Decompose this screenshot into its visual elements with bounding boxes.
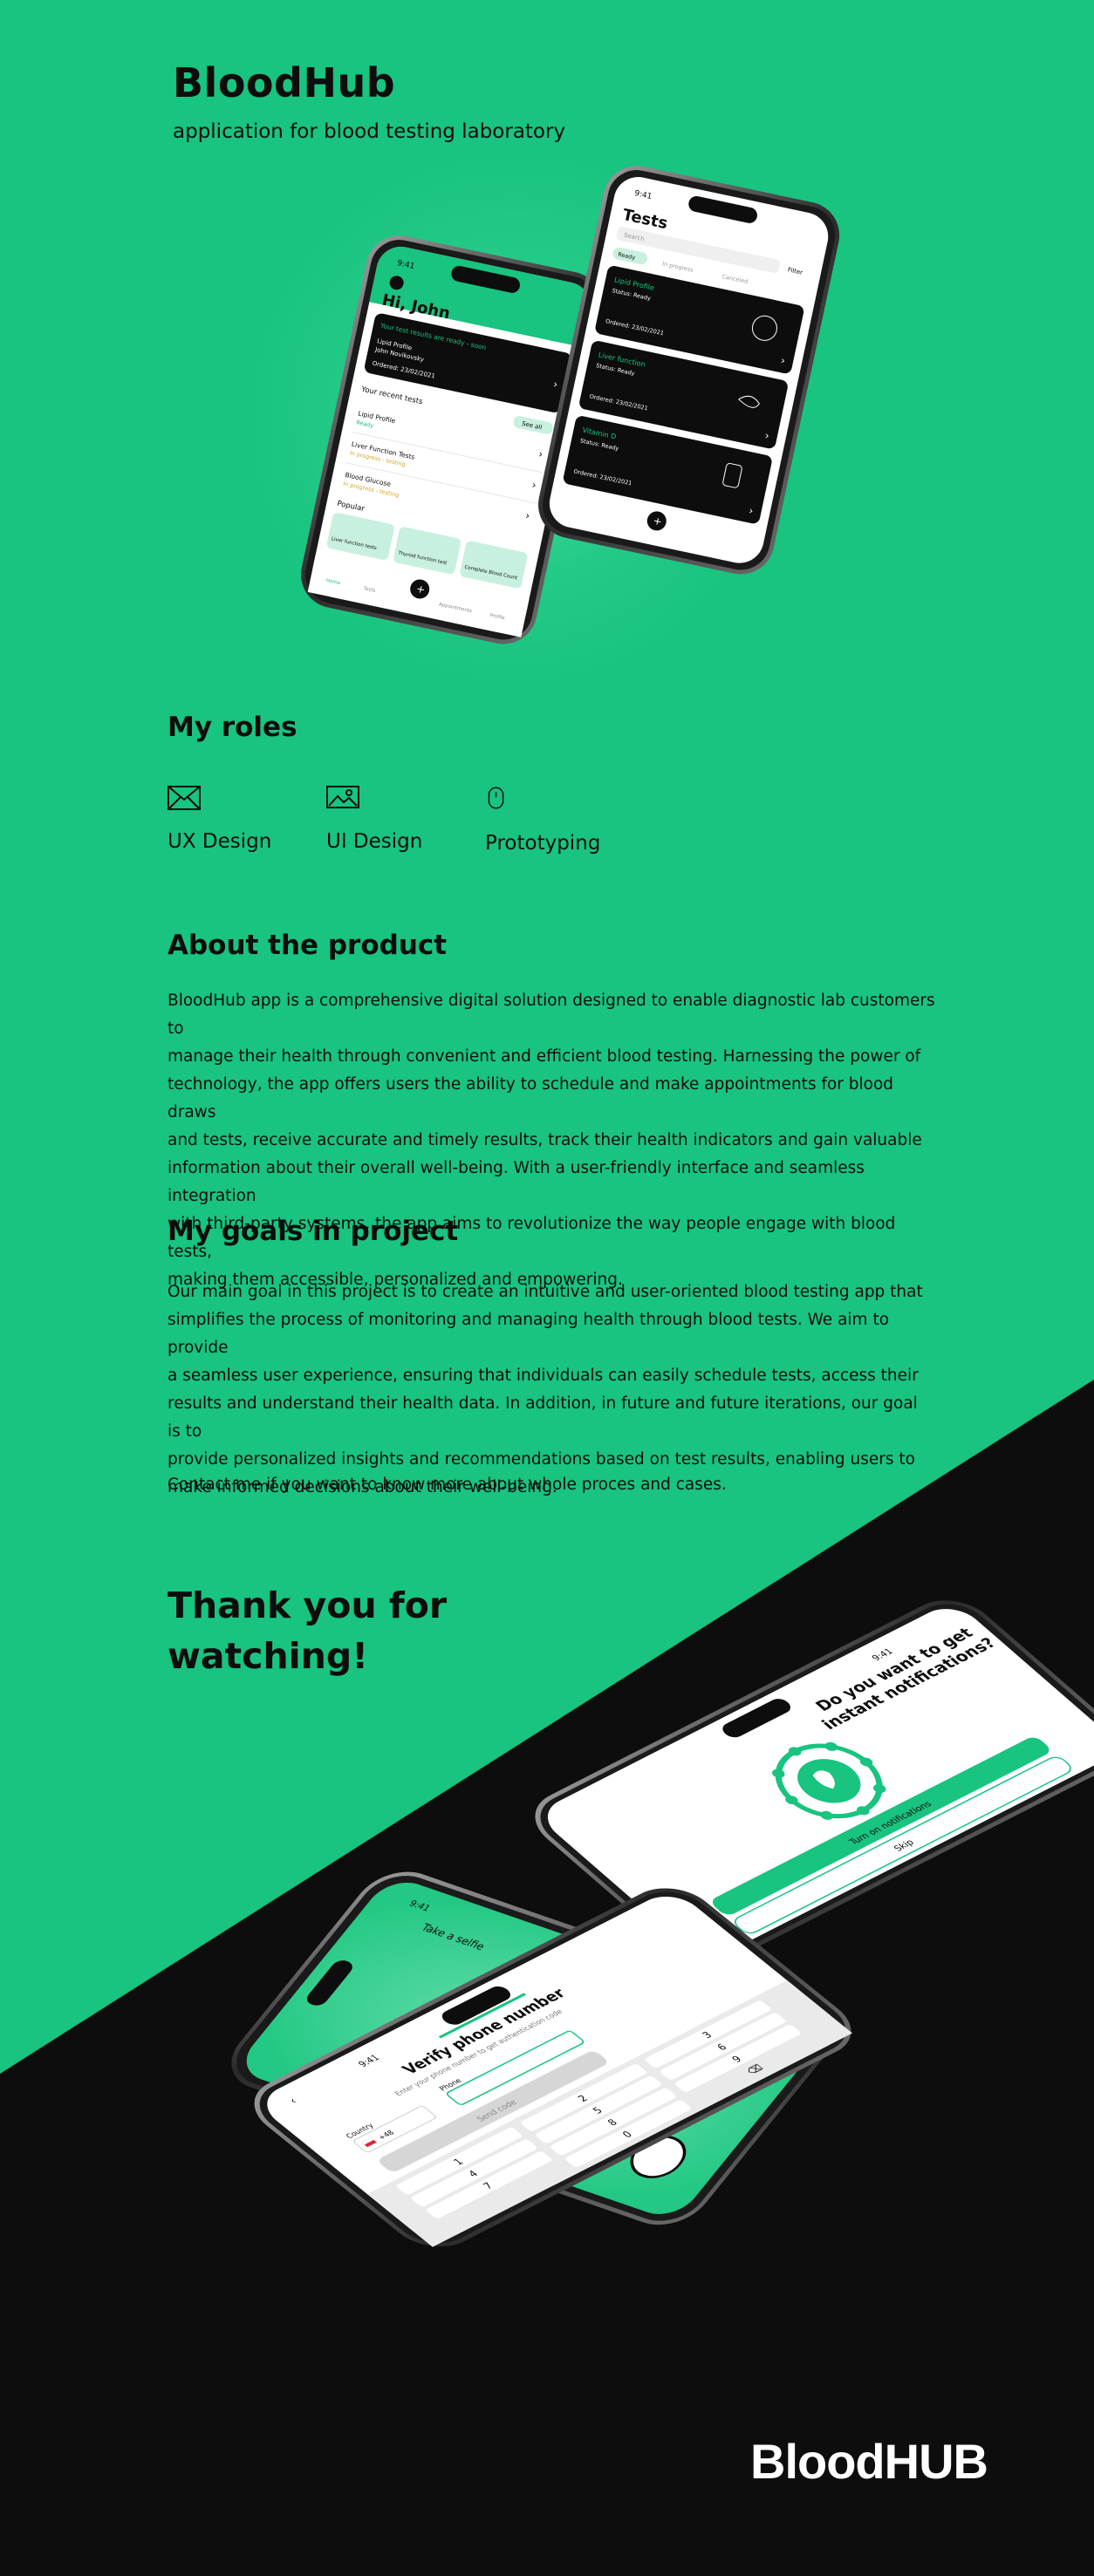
about-line: information about their overall well-bei… <box>168 1159 865 1205</box>
about-line: and tests, receive accurate and timely r… <box>168 1131 922 1149</box>
roles-heading: My roles <box>168 712 297 743</box>
role-ui-design: UI Design <box>326 783 466 853</box>
goals-line: results and understand their health data… <box>168 1394 918 1441</box>
goals-text: Our main goal in this project is to crea… <box>168 1278 935 1502</box>
about-line: technology, the app offers users the abi… <box>168 1075 894 1121</box>
role-prototyping: Prototyping <box>485 783 642 855</box>
about-text: BloodHub app is a comprehensive digital … <box>168 987 935 1294</box>
mouse-icon <box>488 787 504 809</box>
brand-logo: BloodHUB <box>750 2434 988 2489</box>
about-heading: About the product <box>168 930 448 961</box>
role-label-ui: UI Design <box>326 830 423 853</box>
role-label-ux: UX Design <box>168 830 272 853</box>
image-icon <box>326 786 359 808</box>
contact-text: Contact me if you want to know more abou… <box>168 1475 727 1494</box>
phone-tests: 9:41 Tests Search Filter Ready In progre… <box>538 166 840 575</box>
role-label-prototyping: Prototyping <box>485 832 601 855</box>
thank-you-heading: Thank you for watching! <box>168 1584 448 1677</box>
role-ux-design: UX Design <box>168 783 307 853</box>
goals-heading: My goals in project <box>168 1216 459 1247</box>
goals-line: Our main goal in this project is to crea… <box>168 1283 923 1301</box>
about-line: manage their health through convenient a… <box>168 1047 921 1066</box>
goals-line: a seamless user experience, ensuring tha… <box>168 1366 919 1385</box>
page: BloodHub application for blood testing l… <box>0 0 1094 2576</box>
about-line: BloodHub app is a comprehensive digital … <box>168 992 935 1038</box>
goals-line: simplifies the process of monitoring and… <box>168 1311 890 1357</box>
goals-line: provide personalized insights and recomm… <box>168 1450 915 1469</box>
envelope-icon <box>168 786 201 810</box>
